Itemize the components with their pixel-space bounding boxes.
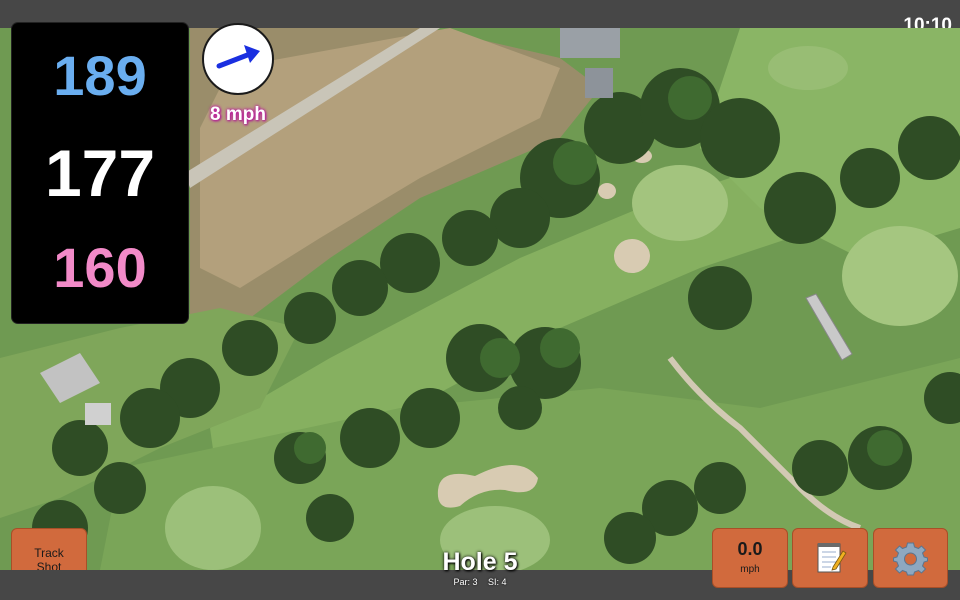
notepad-icon — [817, 543, 847, 573]
si-label: SI: 4 — [488, 577, 507, 587]
speed-unit: mph — [740, 564, 760, 575]
settings-button[interactable] — [873, 528, 948, 588]
distance-panel: 189 177 160 — [11, 22, 189, 324]
notes-button[interactable] — [792, 528, 868, 588]
speed-value: 0.0 — [737, 539, 763, 559]
wind-indicator — [202, 23, 274, 95]
front-distance: 160 — [53, 236, 147, 299]
back-distance: 189 — [53, 44, 147, 107]
track-shot-label-line1: Track — [34, 546, 64, 560]
hole-details: Par: 3 SI: 4 — [380, 577, 580, 587]
par-label: Par: 3 — [453, 577, 478, 587]
speed-button[interactable]: 0.0 mph — [712, 528, 788, 588]
middle-distance: 177 — [44, 136, 156, 210]
arrow-northeast-icon — [216, 45, 260, 69]
wind-speed-label: 8 mph — [210, 104, 266, 125]
hole-title: Hole 5 — [442, 548, 518, 576]
gear-icon — [893, 542, 928, 576]
